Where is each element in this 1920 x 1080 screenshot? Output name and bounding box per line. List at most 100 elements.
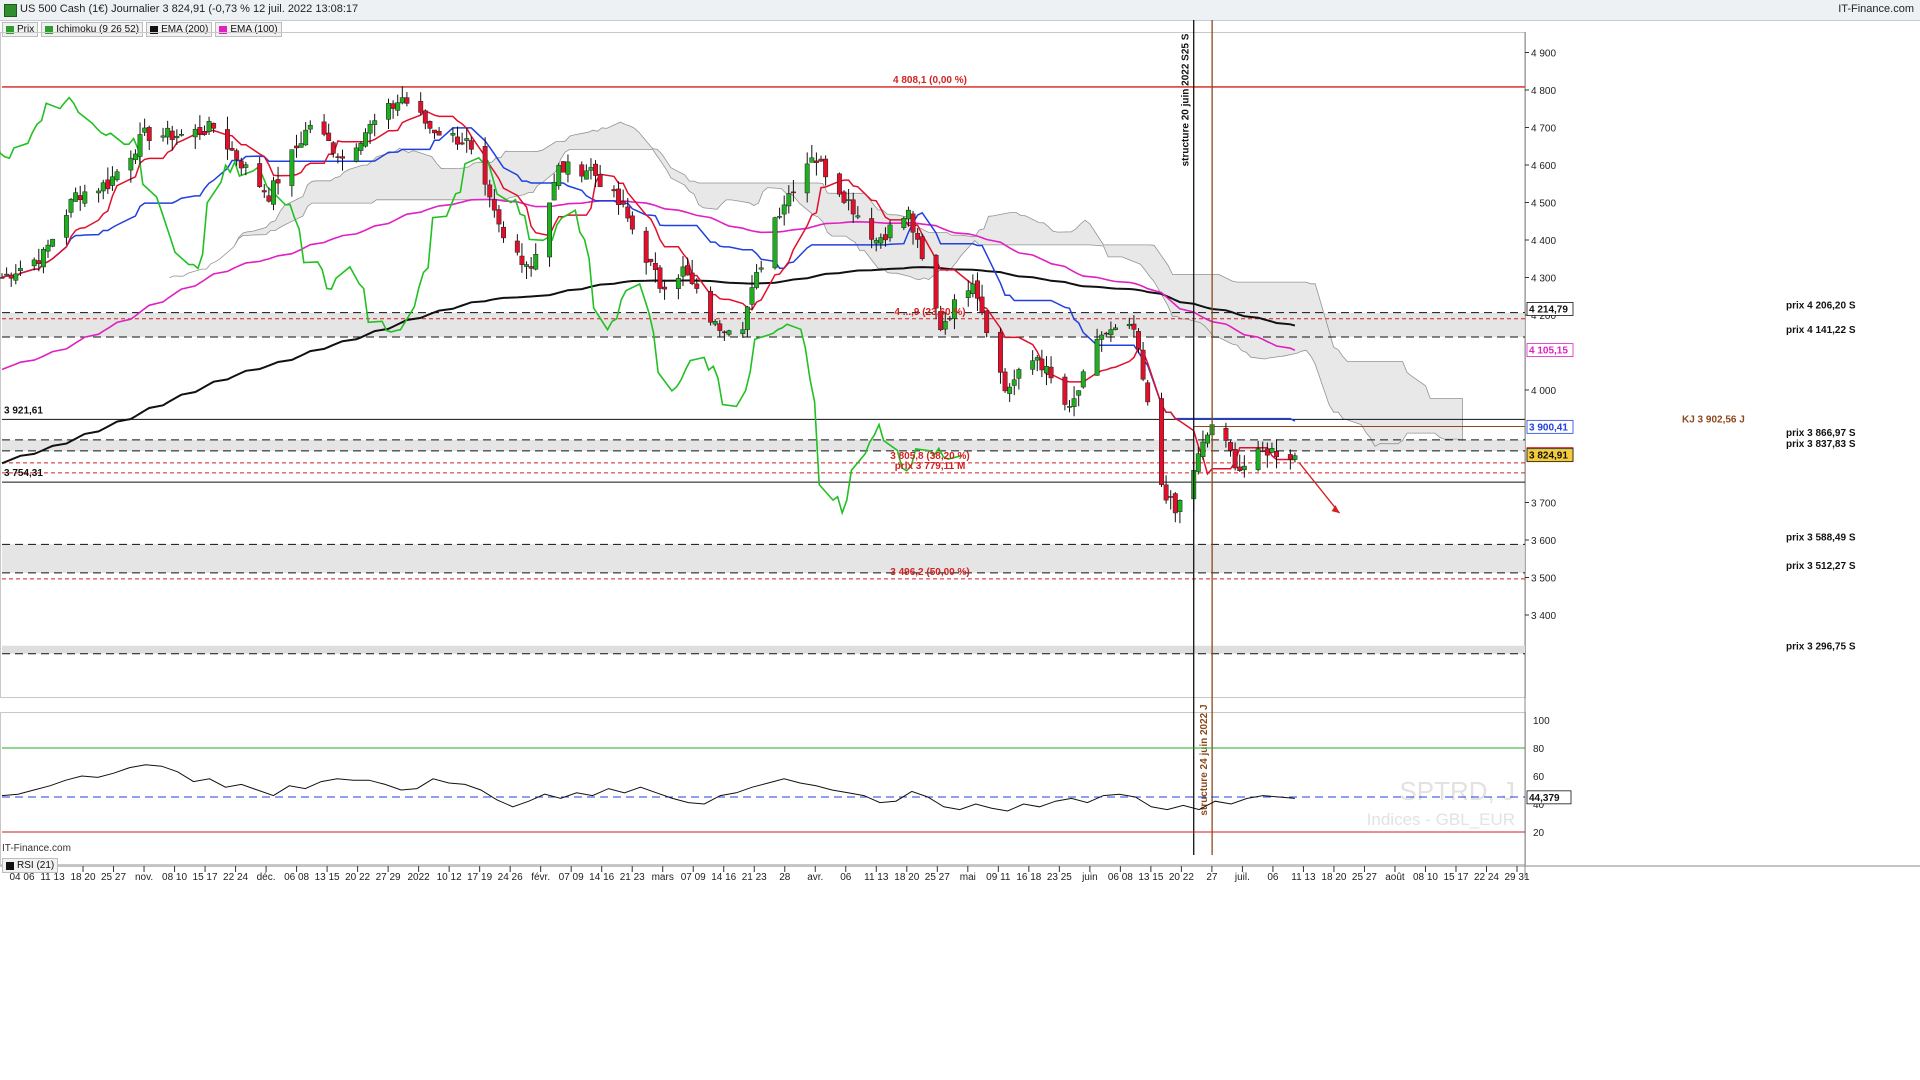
rsi-legend: RSI (21)	[2, 858, 59, 873]
level-label: 3 496,2 (50,00 %)	[890, 567, 970, 578]
candle	[225, 129, 230, 150]
x-tick-label: 16 18	[1016, 872, 1041, 883]
candle	[266, 195, 272, 202]
x-tick-label: 04 06	[9, 872, 34, 883]
x-tick-label: 15 17	[193, 872, 218, 883]
rsi-tick-label: 100	[1533, 716, 1550, 727]
level-label: KJ 3 902,56 J	[1682, 415, 1745, 426]
candle	[206, 121, 212, 132]
x-tick-label: 15 17	[1443, 872, 1468, 883]
candle	[1241, 465, 1247, 471]
candle	[1062, 376, 1068, 405]
candle	[77, 195, 83, 200]
candle	[165, 127, 171, 138]
candle	[271, 180, 276, 205]
watermark-subtitle: Indices - GBL_EUR	[1367, 810, 1515, 829]
candle	[1237, 466, 1243, 471]
candle	[1044, 366, 1049, 374]
price-badge-label: 3 824,91	[1529, 451, 1568, 462]
rsi-line	[1, 764, 1295, 812]
candle	[243, 164, 249, 168]
candle	[1034, 357, 1040, 361]
structure-label: structure 20 juin 2022 S25 S	[1181, 33, 1192, 166]
candle	[597, 174, 603, 187]
y-tick-label: 3 400	[1531, 611, 1556, 622]
candle	[588, 167, 594, 171]
price-badge-label: 4 214,79	[1529, 304, 1568, 315]
price-badge-label: 4 105,15	[1529, 346, 1568, 357]
candle	[238, 160, 244, 169]
candle	[36, 260, 42, 265]
x-tick-label: 18 20	[71, 872, 96, 883]
candle	[869, 218, 875, 240]
candle	[174, 135, 180, 139]
level-label: 4 ...,9 (23,60 %)	[894, 307, 965, 318]
candle	[487, 184, 493, 198]
candle	[1287, 454, 1293, 460]
x-tick-label: 27	[1206, 872, 1218, 883]
x-tick-label: 14 16	[711, 872, 736, 883]
candle	[583, 170, 589, 180]
candle	[234, 150, 240, 160]
x-tick-label: 11 13	[864, 872, 889, 883]
candle	[1205, 434, 1210, 444]
level-label: 4 808,1 (0,00 %)	[893, 75, 967, 86]
candle	[528, 266, 534, 269]
candle	[1292, 455, 1298, 460]
rsi-tick-label: 20	[1533, 828, 1545, 839]
x-tick-label: 25 27	[1352, 872, 1377, 883]
level-label: prix 4 206,20 S	[1786, 301, 1856, 312]
x-tick-label: 13 15	[1138, 872, 1163, 883]
x-tick-label: déc.	[257, 872, 276, 883]
candle	[1113, 327, 1118, 330]
candle	[1172, 493, 1178, 514]
candle	[721, 331, 727, 334]
y-tick-label: 3 700	[1531, 499, 1556, 510]
price-chart[interactable]: 4 808,1 (0,00 %)4 ...,9 (23,60 %)3 805,8…	[0, 0, 1920, 1080]
x-tick-label: 07 09	[559, 872, 584, 883]
candle	[1048, 366, 1054, 379]
x-tick-label: avr.	[807, 872, 823, 883]
candle	[418, 101, 424, 113]
price-badge-label: 3 900,41	[1529, 422, 1568, 433]
candle	[367, 124, 373, 134]
candle	[289, 149, 295, 186]
candle	[114, 171, 120, 181]
legend-item-rsi[interactable]: RSI (21)	[2, 858, 59, 873]
candle	[1099, 334, 1105, 340]
candle	[105, 179, 111, 190]
candle	[340, 156, 345, 159]
candle	[846, 199, 852, 201]
candle	[1067, 406, 1072, 408]
candle	[887, 224, 893, 239]
ema100-line	[1, 198, 1296, 371]
candle	[744, 306, 750, 330]
candle	[197, 127, 203, 135]
candle	[459, 142, 465, 145]
rsi-tick-label: 80	[1533, 744, 1545, 755]
candle	[1080, 371, 1086, 388]
level-label: prix 3 837,83 S	[1786, 439, 1856, 450]
candle	[202, 131, 207, 135]
candle	[790, 191, 796, 194]
level-label: prix 3 779,11 M	[895, 461, 966, 472]
candle	[804, 163, 810, 194]
y-tick-label: 4 400	[1531, 236, 1556, 247]
candle	[395, 102, 401, 111]
x-tick-label: 08 10	[162, 872, 187, 883]
x-tick-label: 22 24	[1474, 872, 1499, 883]
candle	[482, 146, 488, 185]
candle	[965, 290, 971, 298]
candle	[1200, 441, 1206, 457]
candle	[611, 189, 617, 192]
candle	[777, 216, 783, 218]
ema200-line	[1, 266, 1296, 465]
candle	[0, 277, 5, 279]
y-tick-label: 4 800	[1531, 86, 1556, 97]
candle	[915, 233, 921, 240]
candle	[353, 147, 359, 162]
candle	[616, 188, 622, 206]
candle	[620, 201, 626, 205]
candle	[1131, 323, 1137, 330]
candle	[813, 160, 819, 163]
